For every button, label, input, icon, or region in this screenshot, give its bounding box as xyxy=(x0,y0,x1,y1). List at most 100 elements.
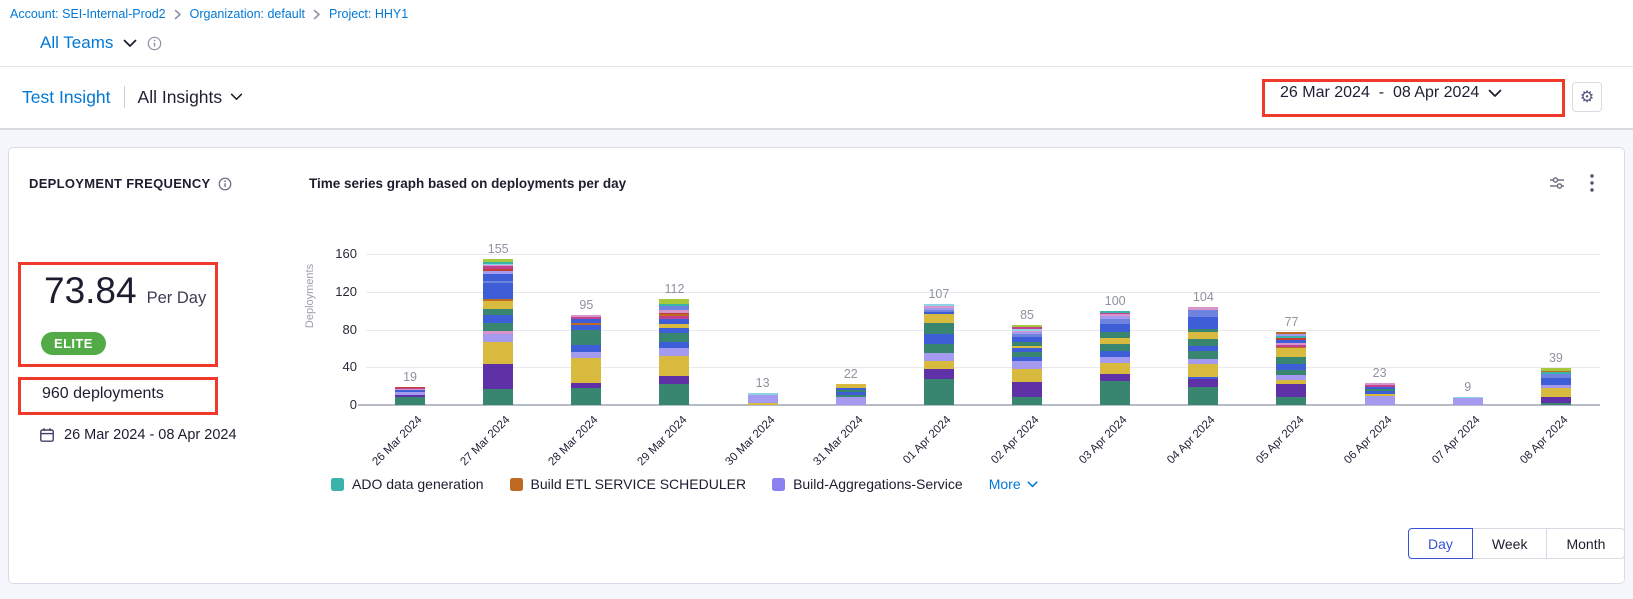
bar-column[interactable]: 23 xyxy=(1336,254,1424,405)
info-icon[interactable] xyxy=(218,177,232,191)
stacked-bar[interactable] xyxy=(571,315,601,405)
legend-swatch xyxy=(772,478,785,491)
bar-value-label: 77 xyxy=(1285,315,1299,329)
stacked-bar[interactable] xyxy=(1188,307,1218,405)
stacked-bar[interactable] xyxy=(1453,397,1483,405)
bar-value-label: 23 xyxy=(1373,366,1387,380)
bar-segment xyxy=(1188,339,1218,346)
widget-date-range-text: 26 Mar 2024 - 08 Apr 2024 xyxy=(64,427,237,443)
x-axis-label: 04 Apr 2024 xyxy=(1153,414,1218,479)
stacked-bar[interactable] xyxy=(1276,332,1306,405)
bar-value-label: 100 xyxy=(1105,294,1126,308)
legend-more-link[interactable]: More xyxy=(989,476,1038,492)
bar-segment xyxy=(1365,396,1395,405)
bar-column[interactable]: 112 xyxy=(630,254,718,405)
bar-segment xyxy=(1541,378,1571,386)
widget-filter-button[interactable] xyxy=(1544,170,1570,196)
bar-segment xyxy=(1276,348,1306,356)
bar-column[interactable]: 9 xyxy=(1424,254,1512,405)
stacked-bar[interactable] xyxy=(659,299,689,405)
info-icon[interactable] xyxy=(147,36,162,51)
bar-column[interactable]: 100 xyxy=(1071,254,1159,405)
team-selector-label[interactable]: All Teams xyxy=(40,33,113,53)
stacked-bar[interactable] xyxy=(483,259,513,405)
bar-segment xyxy=(1100,363,1130,374)
total-deployments: 960 deployments xyxy=(42,385,164,403)
legend-item[interactable]: Build-Aggregations-Service xyxy=(772,476,963,492)
bar-column[interactable]: 19 xyxy=(366,254,454,405)
stacked-bar[interactable] xyxy=(1365,383,1395,405)
bar-segment xyxy=(1188,364,1218,376)
bar-segment xyxy=(1188,317,1218,328)
stacked-bar[interactable] xyxy=(395,387,425,405)
bar-segment xyxy=(483,301,513,309)
bar-column[interactable]: 13 xyxy=(719,254,807,405)
metric-unit: Per Day xyxy=(147,289,207,308)
bar-column[interactable]: 85 xyxy=(983,254,1071,405)
stacked-bar[interactable] xyxy=(1012,325,1042,405)
bar-segment xyxy=(748,403,778,405)
bar-segment xyxy=(1541,388,1571,396)
metric-value: 73.84 xyxy=(44,270,137,312)
bar-segment xyxy=(924,369,954,378)
bar-segment xyxy=(659,342,689,349)
granularity-week-button[interactable]: Week xyxy=(1472,528,1548,559)
insight-scope-label: All Insights xyxy=(138,87,223,108)
stacked-bar[interactable] xyxy=(748,393,778,405)
bar-value-label: 22 xyxy=(844,367,858,381)
bar-segment xyxy=(1188,351,1218,359)
x-axis-label: 05 Apr 2024 xyxy=(1241,414,1306,479)
kebab-menu-icon xyxy=(1590,174,1594,192)
bar-segment xyxy=(1012,397,1042,405)
insight-name-link[interactable]: Test Insight xyxy=(22,87,111,108)
y-tick-label: 0 xyxy=(317,397,357,412)
chevron-down-icon xyxy=(1027,481,1038,488)
widget-menu-button[interactable] xyxy=(1581,170,1603,196)
breadcrumb-item[interactable]: Organization: default xyxy=(190,7,305,21)
y-tick-label: 120 xyxy=(317,284,357,299)
chevron-down-icon xyxy=(123,39,137,48)
x-axis-label: 06 Apr 2024 xyxy=(1329,414,1394,479)
granularity-month-button[interactable]: Month xyxy=(1546,528,1625,559)
bar-column[interactable]: 39 xyxy=(1512,254,1600,405)
team-selector[interactable]: All Teams xyxy=(40,33,162,53)
bar-segment xyxy=(924,323,954,334)
bar-column[interactable]: 77 xyxy=(1247,254,1335,405)
metric: 73.84 Per Day xyxy=(44,270,206,312)
settings-button[interactable]: ⚙ xyxy=(1572,82,1602,112)
legend-item[interactable]: ADO data generation xyxy=(331,476,484,492)
bar-value-label: 107 xyxy=(928,287,949,301)
bar-column[interactable]: 95 xyxy=(542,254,630,405)
bar-column[interactable]: 104 xyxy=(1159,254,1247,405)
y-tick-label: 80 xyxy=(317,322,357,337)
legend-more-text: More xyxy=(989,476,1021,492)
stacked-bar[interactable] xyxy=(1100,311,1130,405)
x-axis-label: 31 Mar 2024 xyxy=(800,414,865,479)
calendar-icon xyxy=(39,427,55,443)
bar-segment xyxy=(483,274,513,282)
breadcrumb-item[interactable]: Account: SEI-Internal-Prod2 xyxy=(10,7,166,21)
stacked-bar[interactable] xyxy=(1541,368,1571,405)
granularity-day-button[interactable]: Day xyxy=(1408,528,1473,559)
chevron-down-icon xyxy=(1488,89,1502,98)
legend-item[interactable]: Build ETL SERVICE SCHEDULER xyxy=(510,476,747,492)
bar-value-label: 13 xyxy=(756,376,770,390)
stacked-bar[interactable] xyxy=(924,304,954,405)
bar-column[interactable]: 155 xyxy=(454,254,542,405)
bar-segment xyxy=(748,395,778,403)
bar-segment xyxy=(1012,382,1042,397)
bar-segment xyxy=(395,397,425,405)
bar-column[interactable]: 107 xyxy=(895,254,983,405)
bar-column[interactable]: 22 xyxy=(807,254,895,405)
date-range-label: 26 Mar 2024 - 08 Apr 2024 xyxy=(1280,84,1479,102)
breadcrumb-item[interactable]: Project: HHY1 xyxy=(329,7,408,21)
x-axis-label: 27 Mar 2024 xyxy=(448,414,513,479)
bar-segment xyxy=(571,358,601,383)
insight-scope-dropdown[interactable]: All Insights xyxy=(138,87,244,108)
stacked-bar[interactable] xyxy=(836,384,866,405)
widget-title-text: DEPLOYMENT FREQUENCY xyxy=(29,176,211,191)
date-range-picker[interactable]: 26 Mar 2024 - 08 Apr 2024 xyxy=(1280,84,1502,102)
bar-segment xyxy=(1100,381,1130,405)
y-axis-label: Deployments xyxy=(304,241,318,351)
bar-segment xyxy=(483,334,513,342)
